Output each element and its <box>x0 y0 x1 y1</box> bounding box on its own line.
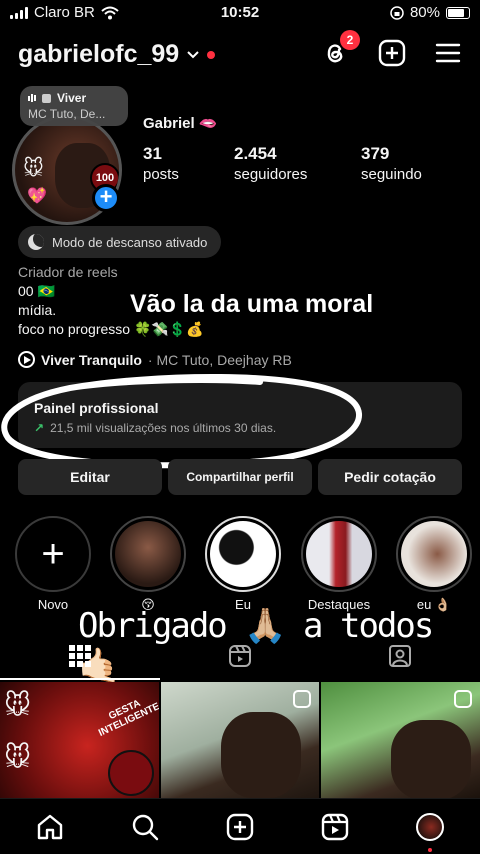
highlight-cover <box>306 521 372 587</box>
active-tab-indicator <box>0 678 160 680</box>
tagged-icon[interactable] <box>388 644 412 668</box>
posts-grid: 🐭 🐭 GESTA INTELIGENTE <box>0 682 480 798</box>
highlight-item[interactable]: Destaques <box>300 516 378 612</box>
grid-post[interactable] <box>321 682 480 798</box>
following-stat[interactable]: 379 seguindo <box>361 144 422 183</box>
battery-icon <box>446 6 470 19</box>
heart-sticker-icon: 💖 <box>27 188 47 205</box>
profile-nav-avatar[interactable] <box>416 813 444 841</box>
profile-actions: Editar Compartilhar perfil Pedir cotação <box>18 459 462 495</box>
reels-icon[interactable] <box>228 644 252 668</box>
reel-icon <box>454 690 473 708</box>
highlight-item[interactable]: Eu <box>204 516 282 612</box>
play-icon <box>18 351 35 368</box>
music-song: Viver Tranquilo <box>41 351 142 368</box>
posts-count: 31 <box>143 144 162 163</box>
threads-badge: 2 <box>340 30 360 50</box>
followers-label: seguidores <box>234 166 308 183</box>
share-profile-button[interactable]: Compartilhar perfil <box>168 459 312 495</box>
display-name: Gabriel 🫦 <box>143 115 218 132</box>
highlight-cover <box>401 521 467 587</box>
profile-header: gabrielofc_99 2 <box>0 30 480 74</box>
highlight-cover <box>115 521 181 587</box>
create-post-icon <box>378 39 406 67</box>
mouse-sticker-icon: 🐭 <box>4 742 32 772</box>
following-count: 379 <box>361 144 390 163</box>
status-right: 80% <box>390 4 470 21</box>
followers-stat[interactable]: 2.454 seguidores <box>234 144 307 183</box>
grid-post[interactable]: 🐭 🐭 GESTA INTELIGENTE <box>0 682 159 798</box>
edit-profile-button[interactable]: Editar <box>18 459 162 495</box>
posts-label: posts <box>143 166 179 183</box>
orientation-lock-icon <box>390 5 404 20</box>
profile-note[interactable]: Viver MC Tuto, De... <box>20 86 128 126</box>
notification-dot <box>428 848 432 852</box>
note-title: Viver <box>57 91 87 105</box>
grid-icon[interactable] <box>68 644 92 668</box>
music-artist: · MC Tuto, Deejhay RB <box>147 351 292 368</box>
bio-category: Criador de reels <box>18 264 118 280</box>
notification-dot <box>207 50 216 59</box>
posts-stat[interactable]: 31 posts <box>143 144 179 183</box>
album-icon <box>42 93 51 103</box>
threads-button[interactable]: 2 <box>320 30 360 68</box>
bio-line-3: foco no progresso 🍀💸💲💰 <box>18 321 204 337</box>
menu-button[interactable] <box>433 38 463 68</box>
post-face <box>220 712 301 798</box>
dashboard-title: Painel profissional <box>34 400 159 416</box>
menu-icon <box>435 43 461 63</box>
dashboard-stat: 21,5 mil visualizações nos últimos 30 di… <box>50 421 277 435</box>
post-badge <box>108 750 154 796</box>
battery-percent: 80% <box>409 4 440 21</box>
reels-nav-icon[interactable] <box>321 813 349 841</box>
add-story-button[interactable]: + <box>92 184 120 212</box>
moon-icon <box>28 234 44 250</box>
audio-bars-icon <box>28 94 36 102</box>
reel-icon <box>293 690 312 708</box>
post-sticker-text: GESTA INTELIGENTE <box>97 697 159 739</box>
plus-icon: + <box>41 532 65 576</box>
rest-mode-label: Modo de descanso ativado <box>52 234 208 250</box>
highlight-cover <box>210 521 276 587</box>
rest-mode-pill[interactable]: Modo de descanso ativado <box>18 226 222 258</box>
create-button[interactable] <box>377 38 407 68</box>
create-icon[interactable] <box>226 813 254 841</box>
grid-post[interactable] <box>160 682 320 798</box>
professional-dashboard[interactable]: Painel profissional ↗ 21,5 mil visualiza… <box>18 382 462 448</box>
search-icon[interactable] <box>131 813 159 841</box>
profile-music[interactable]: Viver Tranquilo · MC Tuto, Deejhay RB <box>18 351 292 368</box>
username: gabrielofc_99 <box>18 40 180 68</box>
highlight-item[interactable]: 😚 <box>109 516 187 613</box>
account-switcher[interactable]: gabrielofc_99 <box>18 40 216 69</box>
following-label: seguindo <box>361 166 422 183</box>
note-subtitle: MC Tuto, De... <box>28 107 106 121</box>
followers-count: 2.454 <box>234 144 277 163</box>
profile-tabs <box>0 640 480 680</box>
overlay-caption-top: Vão la da uma moral <box>130 290 374 318</box>
status-bar: Claro BR 10:52 80% <box>0 0 480 26</box>
bottom-nav <box>0 798 480 854</box>
highlight-new[interactable]: + Novo <box>14 516 92 612</box>
trend-up-icon: ↗ <box>34 421 45 435</box>
mouse-sticker-icon: 🐭 <box>23 158 44 180</box>
chevron-down-icon <box>187 50 199 58</box>
mouse-sticker-icon: 🐭 <box>4 690 32 720</box>
post-face <box>391 720 472 798</box>
request-quote-button[interactable]: Pedir cotação <box>318 459 462 495</box>
highlight-item[interactable]: eu 👌🏼 <box>395 516 473 613</box>
home-icon[interactable] <box>36 813 64 841</box>
